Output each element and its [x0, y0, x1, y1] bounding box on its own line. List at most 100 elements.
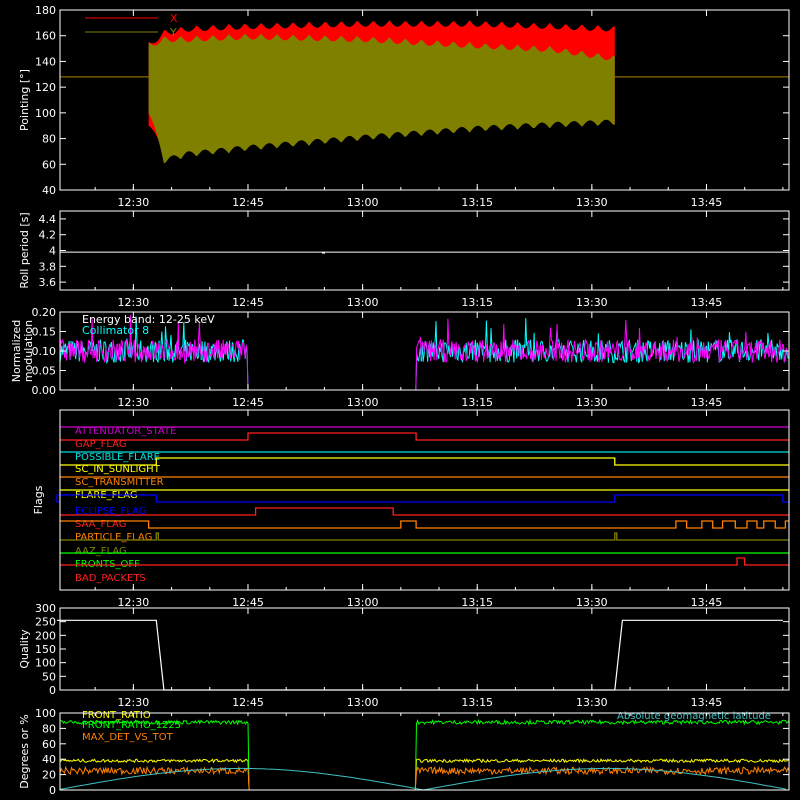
x-tick-label: 13:15 — [461, 596, 493, 609]
x-tick-label: 12:45 — [232, 696, 264, 709]
x-tick-label: 13:30 — [576, 596, 608, 609]
flag-trace-saa-flag — [60, 507, 789, 516]
pointing-band-y — [148, 33, 615, 164]
y-axis-label: Roll period [s] — [18, 212, 31, 288]
x-tick-label: 13:15 — [461, 396, 493, 409]
x-tick-label: 13:30 — [576, 196, 608, 209]
y-tick-label: 250 — [35, 616, 56, 629]
y-tick-label: 4 — [49, 245, 56, 258]
modulation-panel: Energy band: 12-25 keVCollimator 80.000.… — [10, 306, 790, 409]
flag-trace-sc-in-sunlight — [60, 457, 789, 466]
y-tick-label: 160 — [35, 30, 56, 43]
y-tick-label: 0.20 — [32, 306, 57, 319]
x-tick-label: 13:30 — [576, 396, 608, 409]
y-tick-label: 20 — [42, 769, 56, 782]
x-tick-label: 12:45 — [232, 596, 264, 609]
ratio-legend-1: FRONT_RATIO_1225 — [82, 720, 181, 731]
y-tick-label: 80 — [42, 133, 56, 146]
y-tick-label: 3.6 — [39, 276, 57, 289]
y-tick-label: 50 — [42, 670, 56, 683]
figure: XY406080100120140160180Pointing [°]12:30… — [10, 4, 790, 797]
flag-trace-bad-packets — [60, 557, 789, 566]
y-tick-label: 180 — [35, 4, 56, 17]
y-tick-label: 300 — [35, 602, 56, 615]
x-tick-label: 13:15 — [461, 296, 493, 309]
y-tick-label: 80 — [42, 722, 56, 735]
flag-label-sc-in-sunlight: SC_IN_SUNLIGHT — [75, 464, 161, 475]
x-tick-label: 13:00 — [347, 596, 379, 609]
x-tick-label: 12:30 — [118, 696, 150, 709]
flag-label-sc-transmitter: SC_TRANSMITTER — [75, 477, 164, 488]
ratio-legend-2: MAX_DET_VS_TOT — [82, 732, 174, 743]
ratio-series-front-ratio — [59, 758, 790, 791]
x-tick-label: 12:45 — [232, 296, 264, 309]
y-tick-label: 4.2 — [39, 229, 57, 242]
x-tick-label: 13:45 — [691, 596, 723, 609]
y-tick-label: 120 — [35, 81, 56, 94]
y-axis-label: Pointing [°] — [18, 69, 31, 131]
flag-trace-aaz-flag — [60, 532, 789, 541]
x-tick-label: 13:15 — [461, 196, 493, 209]
y-tick-label: 40 — [42, 184, 56, 197]
x-tick-label: 13:30 — [576, 296, 608, 309]
y-axis-label: Normalizedmodulation — [10, 320, 35, 382]
y-tick-label: 60 — [42, 738, 56, 751]
y-tick-label: 40 — [42, 753, 56, 766]
x-tick-label: 13:45 — [691, 296, 723, 309]
y-tick-label: 0.15 — [32, 326, 57, 339]
flag-label-possible-flare: POSSIBLE_FLARE — [75, 452, 160, 463]
y-tick-label: 140 — [35, 55, 56, 68]
x-tick-label: 12:30 — [118, 396, 150, 409]
plot-frame — [59, 409, 790, 591]
pointing-plot-area — [60, 20, 789, 164]
y-tick-label: 150 — [35, 643, 56, 656]
pointing-panel: XY 40 60 80 100 120 140 160 180 Pointing [°] 12:30… — [18, 4, 790, 209]
x-tick-label: 12:45 — [232, 396, 264, 409]
flags-panel: ATTENUATOR_STATEGAP_FLAGPOSSIBLE_FLARESC… — [32, 409, 790, 609]
x-tick-label: 13:15 — [461, 696, 493, 709]
x-tick-label: 13:45 — [691, 396, 723, 409]
plot-frame — [59, 210, 790, 291]
x-tick-label: 12:45 — [232, 196, 264, 209]
flag-label-aaz-flag: AAZ_FLAG — [75, 546, 127, 557]
y-tick-label: 3.8 — [39, 260, 57, 273]
x-tick-label: 13:45 — [691, 696, 723, 709]
x-tick-label: 12:30 — [118, 596, 150, 609]
y-tick-label: 0 — [49, 684, 56, 697]
x-tick-label: 13:30 — [576, 696, 608, 709]
ratio-series-max-det-vs-tot — [59, 765, 790, 791]
roll-period-panel: 3.6 3.8 4 4.2 4.4 Roll period [s] 12:30 12:45 13… — [18, 210, 790, 309]
quality-line — [56, 619, 783, 691]
y-tick-label: 0.00 — [32, 384, 57, 397]
y-axis-label: Flags — [32, 485, 45, 514]
flag-trace-particle-flag — [60, 520, 789, 529]
flag-label-gap-flag: GAP_FLAG — [75, 439, 127, 450]
collimator-legend: Collimator 8 — [82, 324, 149, 337]
y-tick-label: 0 — [49, 784, 56, 797]
y-axis-label-line: modulation — [22, 320, 35, 382]
legend-label-x: X — [170, 12, 178, 25]
flag-trace-eclipse-flag — [56, 494, 789, 503]
y-tick-label: 4.4 — [39, 213, 57, 226]
y-tick-label: 200 — [35, 629, 56, 642]
y-tick-label: 100 — [35, 707, 56, 720]
x-tick-label: 13:00 — [347, 296, 379, 309]
ratios-panel: FRONT_RATIOFRONT_RATIO_1225MAX_DET_VS_TO… — [18, 707, 790, 797]
flag-label-bad-packets: BAD_PACKETS — [75, 573, 146, 584]
legend-label-y: Y — [169, 26, 177, 39]
x-tick-label: 13:00 — [347, 696, 379, 709]
flag-label-attenuator-state: ATTENUATOR_STATE — [75, 426, 176, 437]
x-tick-label: 13:00 — [347, 196, 379, 209]
y-tick-label: 60 — [42, 158, 56, 171]
y-tick-label: 100 — [35, 657, 56, 670]
y-axis-label: Degrees or % — [18, 714, 31, 788]
y-tick-label: 100 — [35, 107, 56, 120]
x-tick-label: 13:00 — [347, 396, 379, 409]
quality-panel: 050100150200250300 Quality 12:30 12:45 13:00… — [18, 602, 790, 709]
x-tick-label: 12:30 — [118, 296, 150, 309]
modulation-series-0 — [59, 316, 789, 391]
y-tick-label: 0.10 — [32, 345, 57, 358]
flag-label-particle-flag: PARTICLE_FLAG — [75, 532, 152, 543]
y-tick-label: 0.05 — [32, 365, 57, 378]
x-tick-label: 12:30 — [118, 196, 150, 209]
